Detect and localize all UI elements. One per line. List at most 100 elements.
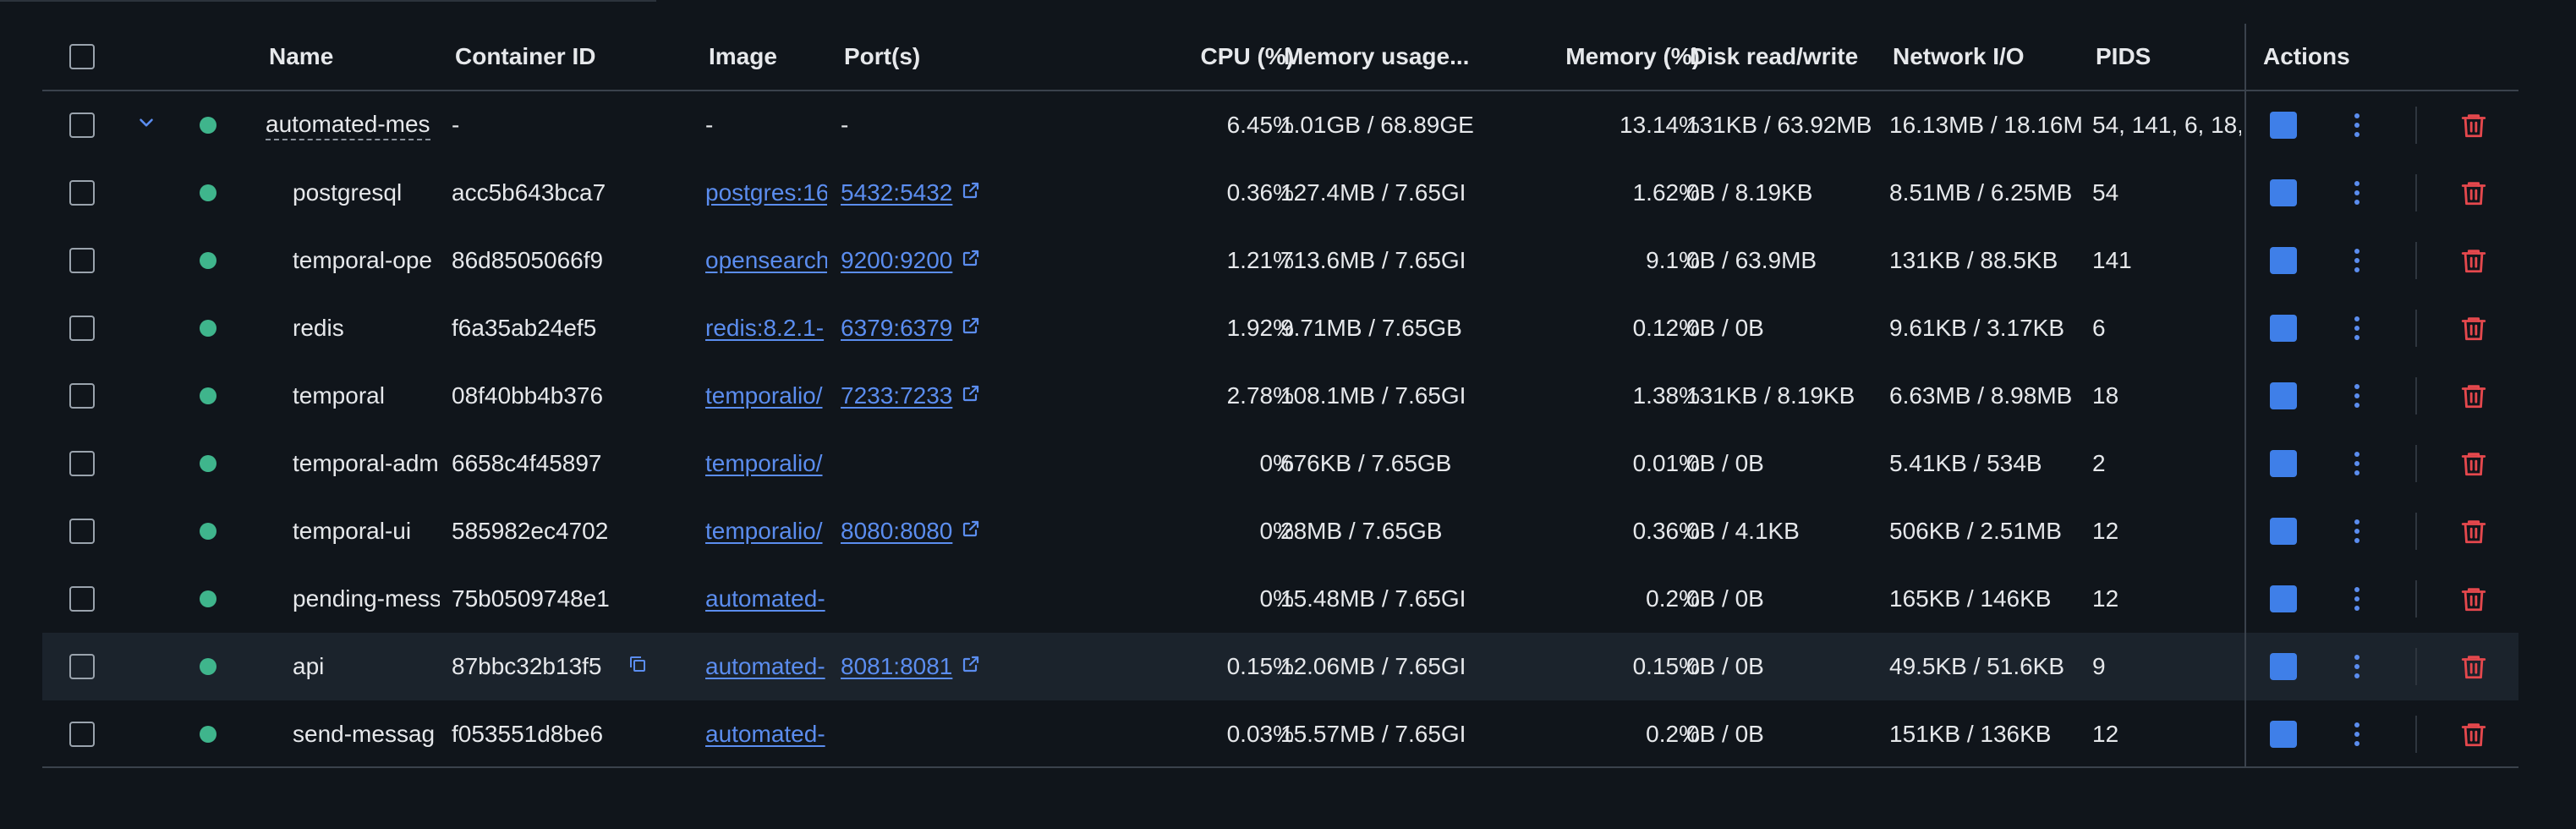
delete-button[interactable] bbox=[2459, 565, 2493, 633]
delete-button[interactable] bbox=[2459, 497, 2493, 565]
start-stop-button[interactable] bbox=[2270, 633, 2304, 700]
delete-button[interactable] bbox=[2459, 362, 2493, 430]
image-link[interactable]: redis:8.2.1- bbox=[705, 315, 824, 342]
port-cell[interactable]: 8081:8081 bbox=[841, 633, 1044, 700]
container-name-cell[interactable]: temporal-ui bbox=[293, 497, 440, 565]
more-actions-button[interactable] bbox=[2353, 294, 2370, 362]
table-row[interactable]: send-messag f053551d8be6 automated- 0.03% 15… bbox=[42, 700, 2518, 768]
row-checkbox[interactable] bbox=[69, 519, 95, 544]
container-name-cell[interactable]: automated-mes bbox=[266, 91, 440, 159]
more-actions-button[interactable] bbox=[2353, 362, 2370, 430]
col-pids[interactable]: PIDS bbox=[2096, 24, 2222, 90]
select-all-checkbox[interactable] bbox=[69, 44, 95, 69]
start-stop-button[interactable] bbox=[2270, 430, 2304, 497]
port-link[interactable]: 8080:8080 bbox=[841, 518, 952, 545]
col-memory-usage[interactable]: Memory usage... bbox=[1284, 24, 1478, 90]
container-name[interactable]: temporal-ui bbox=[293, 518, 411, 545]
row-checkbox[interactable] bbox=[69, 654, 95, 679]
row-checkbox[interactable] bbox=[69, 586, 95, 612]
delete-button[interactable] bbox=[2459, 91, 2493, 159]
container-name[interactable]: postgresql bbox=[293, 179, 402, 206]
more-actions-button[interactable] bbox=[2353, 497, 2370, 565]
port-cell[interactable]: 5432:5432 bbox=[841, 159, 1044, 227]
col-cpu[interactable]: CPU (%) bbox=[1108, 24, 1294, 90]
start-stop-button[interactable] bbox=[2270, 159, 2304, 227]
container-name[interactable]: temporal-adm bbox=[293, 450, 439, 477]
port-link[interactable]: 7233:7233 bbox=[841, 382, 952, 409]
more-actions-button[interactable] bbox=[2353, 430, 2370, 497]
image-cell[interactable]: redis:8.2.1- bbox=[705, 294, 827, 362]
port-link[interactable]: 6379:6379 bbox=[841, 315, 952, 342]
table-row[interactable]: postgresql acc5b643bca7 postgres:16 5432:54… bbox=[42, 159, 2518, 227]
container-name[interactable]: redis bbox=[293, 315, 344, 342]
col-disk[interactable]: Disk read/write bbox=[1690, 24, 1884, 90]
more-actions-button[interactable] bbox=[2353, 565, 2370, 633]
row-checkbox[interactable] bbox=[69, 113, 95, 138]
col-ports[interactable]: Port(s) bbox=[844, 24, 1013, 90]
copy-id-button[interactable] bbox=[628, 633, 653, 700]
more-actions-button[interactable] bbox=[2353, 159, 2370, 227]
image-cell[interactable]: temporalio/ bbox=[705, 497, 827, 565]
port-cell[interactable]: 8080:8080 bbox=[841, 497, 1044, 565]
container-name-cell[interactable]: api bbox=[293, 633, 440, 700]
image-link[interactable]: automated- bbox=[705, 585, 825, 612]
col-image[interactable]: Image bbox=[709, 24, 827, 90]
row-checkbox[interactable] bbox=[69, 248, 95, 273]
port-cell[interactable]: 7233:7233 bbox=[841, 362, 1044, 430]
start-stop-button[interactable] bbox=[2270, 700, 2304, 768]
container-name-cell[interactable]: postgresql bbox=[293, 159, 440, 227]
more-actions-button[interactable] bbox=[2353, 633, 2370, 700]
table-row[interactable]: temporal 08f40bb4b376 temporalio/7233:7233… bbox=[42, 362, 2518, 430]
table-row[interactable]: redis f6a35ab24ef5 redis:8.2.1- 6379:6379 1.… bbox=[42, 294, 2518, 362]
table-row[interactable]: pending-mess 75b0509748e1 automated- 0% 15.4… bbox=[42, 565, 2518, 633]
more-actions-button[interactable] bbox=[2353, 700, 2370, 768]
port-link[interactable]: 5432:5432 bbox=[841, 179, 952, 206]
compose-group-row[interactable]: automated-mes - - -6.45% 1.01GB / 68.89GE 13.… bbox=[42, 91, 2518, 159]
image-link[interactable]: temporalio/ bbox=[705, 450, 823, 477]
container-name-cell[interactable]: temporal-adm bbox=[293, 430, 440, 497]
col-name[interactable]: Name bbox=[269, 24, 438, 90]
delete-button[interactable] bbox=[2459, 700, 2493, 768]
row-checkbox[interactable] bbox=[69, 722, 95, 747]
col-network[interactable]: Network I/O bbox=[1893, 24, 2070, 90]
image-cell[interactable]: temporalio/ bbox=[705, 430, 827, 497]
image-link[interactable]: opensearch bbox=[705, 247, 827, 274]
image-cell[interactable]: opensearch bbox=[705, 227, 827, 294]
delete-button[interactable] bbox=[2459, 159, 2493, 227]
container-name-cell[interactable]: temporal bbox=[293, 362, 440, 430]
container-name[interactable]: pending-mess bbox=[293, 585, 440, 612]
table-row[interactable]: api 87bbc32b13f5 automated- 8081:8081 0.15% 1… bbox=[42, 633, 2518, 700]
image-link[interactable]: temporalio/ bbox=[705, 382, 823, 409]
port-link[interactable]: 9200:9200 bbox=[841, 247, 952, 274]
container-name[interactable]: send-messag bbox=[293, 721, 435, 748]
expand-toggle[interactable] bbox=[135, 91, 161, 159]
start-stop-button[interactable] bbox=[2270, 294, 2304, 362]
start-stop-button[interactable] bbox=[2270, 565, 2304, 633]
port-link[interactable]: 8081:8081 bbox=[841, 653, 952, 680]
image-link[interactable]: temporalio/ bbox=[705, 518, 823, 545]
container-name[interactable]: api bbox=[293, 653, 324, 680]
container-name[interactable]: temporal bbox=[293, 382, 385, 409]
table-row[interactable]: temporal-ope 86d8505066f9 opensearch 9200:9… bbox=[42, 227, 2518, 294]
image-cell[interactable]: automated- bbox=[705, 565, 827, 633]
image-cell[interactable]: automated- bbox=[705, 700, 827, 768]
table-row[interactable]: temporal-ui 585982ec4702 temporalio/8080:8… bbox=[42, 497, 2518, 565]
start-stop-button[interactable] bbox=[2270, 91, 2304, 159]
col-memory-pct[interactable]: Memory (%) bbox=[1497, 24, 1700, 90]
start-stop-button[interactable] bbox=[2270, 497, 2304, 565]
image-link[interactable]: automated- bbox=[705, 653, 825, 680]
more-actions-button[interactable] bbox=[2353, 227, 2370, 294]
delete-button[interactable] bbox=[2459, 430, 2493, 497]
container-name-cell[interactable]: redis bbox=[293, 294, 440, 362]
image-cell[interactable]: automated- bbox=[705, 633, 827, 700]
row-checkbox[interactable] bbox=[69, 180, 95, 206]
table-row[interactable]: temporal-adm 6658c4f45897 temporalio/0% 676… bbox=[42, 430, 2518, 497]
start-stop-button[interactable] bbox=[2270, 362, 2304, 430]
col-container-id[interactable]: Container ID bbox=[455, 24, 692, 90]
image-link[interactable]: postgres:16 bbox=[705, 179, 827, 206]
container-name[interactable]: automated-mes bbox=[266, 110, 430, 140]
container-name-cell[interactable]: pending-mess bbox=[293, 565, 440, 633]
image-cell[interactable]: temporalio/ bbox=[705, 362, 827, 430]
container-name[interactable]: temporal-ope bbox=[293, 247, 432, 274]
image-link[interactable]: automated- bbox=[705, 721, 825, 748]
